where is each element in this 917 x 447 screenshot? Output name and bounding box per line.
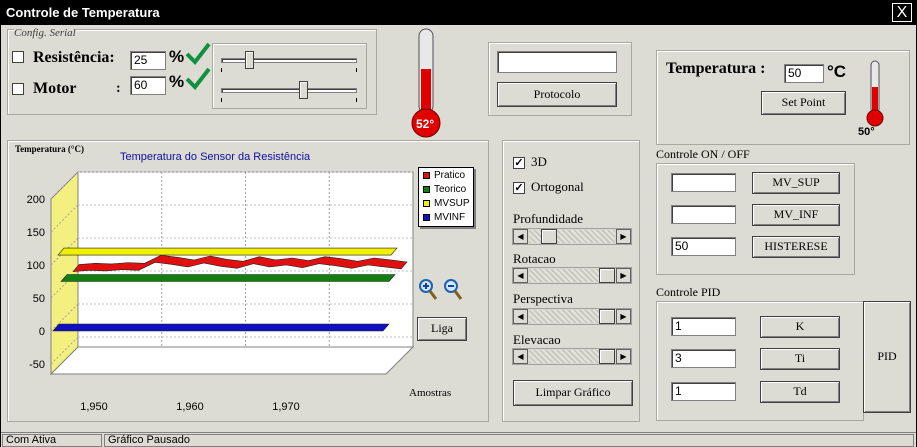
scroll-right-icon[interactable]: ▶ (616, 268, 631, 283)
ti-input[interactable]: 3 (671, 349, 736, 368)
chart-xtick-label: 1,960 (176, 401, 204, 413)
temperatura-label: Temperatura : (666, 60, 766, 77)
histerese-input[interactable]: 50 (671, 237, 736, 256)
limpar-grafico-button[interactable]: Limpar Gráfico (513, 380, 633, 406)
mv-sup-input[interactable] (671, 173, 736, 192)
chart-xtick-label: 1,950 (80, 401, 108, 413)
temperatura-input[interactable]: 50 (784, 64, 824, 83)
temperatura-unit: °C (827, 62, 847, 81)
legend-item: Teorico (423, 184, 466, 195)
check-3d-label: 3D (531, 154, 547, 169)
perspectiva-scrollbar[interactable]: ◀ ▶ (512, 308, 632, 325)
scroll-left-icon[interactable]: ◀ (513, 229, 528, 244)
chart-series-mvinf (52, 323, 390, 332)
k-input[interactable]: 1 (671, 317, 736, 336)
zoom-out-icon[interactable] (443, 278, 463, 302)
status-cell-grafico: Gráfico Pausado (104, 434, 914, 447)
scroll-left-icon[interactable]: ◀ (513, 349, 528, 364)
elevacao-label: Elevacao (513, 332, 561, 347)
chart-ytick-label: 100 (27, 260, 45, 272)
chart-xtick-label: 1,970 (272, 401, 300, 413)
controle-onoff-label: Controle ON / OFF (656, 147, 750, 161)
elevacao-scrollbar[interactable]: ◀ ▶ (512, 348, 632, 365)
scrollbar-thumb[interactable] (599, 268, 615, 283)
check-3d-checkbox[interactable]: ✓ (513, 157, 525, 169)
protocolo-button[interactable]: Protocolo (497, 82, 617, 107)
chart-ytick-label: 150 (27, 227, 45, 239)
scrollbar-thumb[interactable] (599, 309, 615, 324)
protocolo-input[interactable] (497, 51, 617, 73)
chart-ytick-label: -50 (29, 359, 45, 371)
scrollbar-thumb[interactable] (541, 229, 557, 244)
ortogonal-checkbox[interactable]: ✓ (513, 182, 525, 194)
scroll-right-icon[interactable]: ▶ (616, 229, 631, 244)
profundidade-label: Profundidade (513, 211, 584, 226)
scroll-right-icon[interactable]: ▶ (616, 309, 631, 324)
status-cell-com: Com Ativa (2, 434, 102, 447)
mv-inf-button[interactable]: MV_INF (752, 204, 840, 226)
rotacao-scrollbar[interactable]: ◀ ▶ (512, 267, 632, 284)
status-bar: Com Ativa Gráfico Pausado (1, 432, 916, 447)
rotacao-label: Rotacao (513, 251, 556, 266)
chart-ytick-label: 200 (27, 194, 45, 206)
td-button[interactable]: Td (760, 381, 840, 403)
set-point-button[interactable]: Set Point (761, 91, 846, 115)
scroll-left-icon[interactable]: ◀ (513, 268, 528, 283)
chart-series-mvsup (57, 247, 398, 256)
scrollbar-thumb[interactable] (599, 349, 615, 364)
small-thermometer-value: 50° (858, 126, 875, 138)
td-input[interactable]: 1 (671, 382, 736, 401)
legend-item: Pratico (423, 170, 465, 181)
chart-floor (49, 346, 415, 375)
main-window: Controle de Temperatura X Config. Serial… (0, 0, 917, 447)
chart-legend: Pratico Teorico MVSUP MVINF (418, 167, 474, 227)
chart-ytick-label: 50 (33, 293, 45, 305)
perspectiva-label: Perspectiva (513, 291, 573, 306)
zoom-in-icon[interactable] (418, 278, 438, 302)
profundidade-scrollbar[interactable]: ◀ ▶ (512, 228, 632, 245)
legend-item: MVSUP (423, 198, 470, 209)
chart-plot: 200 150 100 50 0 -50 1,950 1,960 1,970 (27, 170, 415, 413)
ti-button[interactable]: Ti (760, 348, 840, 370)
liga-button[interactable]: Liga (417, 317, 467, 341)
close-button[interactable]: X (892, 3, 912, 22)
mv-sup-button[interactable]: MV_SUP (752, 172, 840, 194)
small-thermometer-icon (866, 60, 884, 127)
legend-item: MVINF (423, 212, 465, 223)
k-button[interactable]: K (760, 316, 840, 338)
scroll-left-icon[interactable]: ◀ (513, 309, 528, 324)
scroll-right-icon[interactable]: ▶ (616, 349, 631, 364)
chart-series-teorico (60, 274, 396, 282)
ortogonal-label: Ortogonal (531, 179, 584, 194)
histerese-button[interactable]: HISTERESE (752, 236, 840, 258)
chart-left-wall (50, 170, 79, 376)
controle-pid-label: Controle PID (656, 285, 721, 299)
mv-inf-input[interactable] (671, 205, 736, 224)
chart-ytick-label: 0 (39, 326, 45, 338)
pid-button[interactable]: PID (863, 301, 911, 413)
